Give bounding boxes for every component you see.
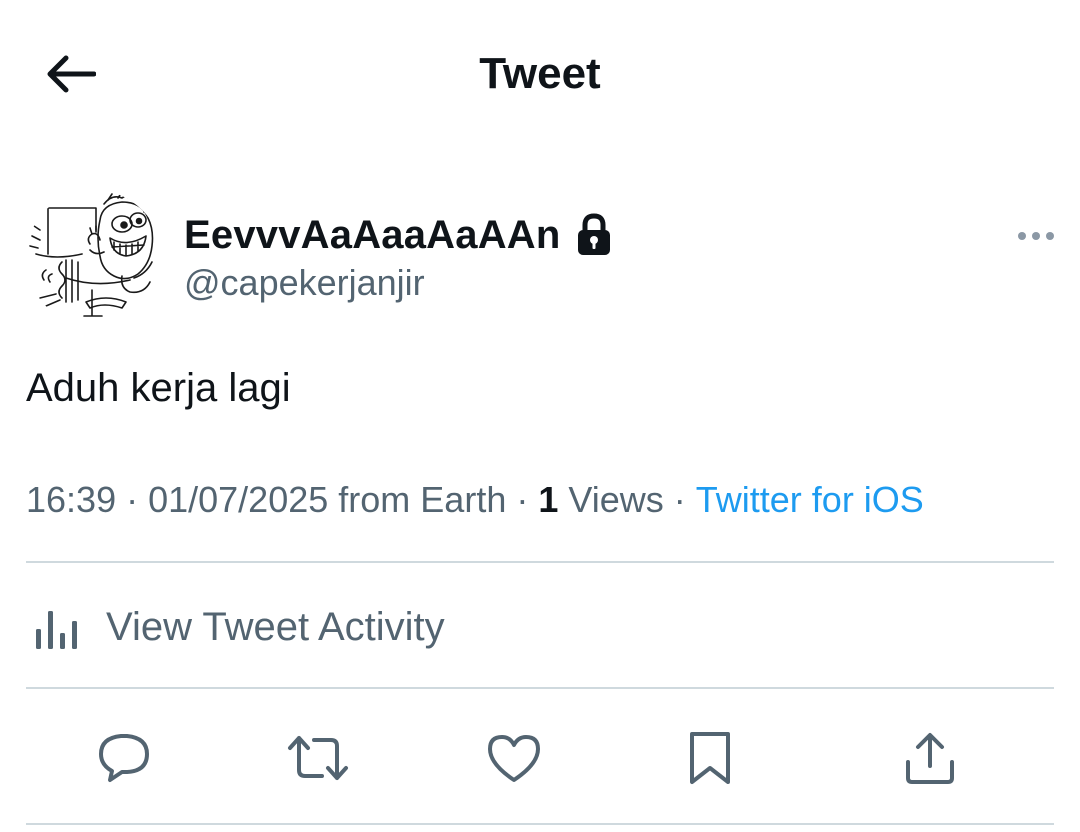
views-label: Views (568, 479, 664, 520)
retweet-button[interactable] (286, 726, 350, 790)
display-name[interactable]: EevvvAaAaaAaAAn (184, 210, 561, 260)
view-tweet-activity-button[interactable]: View Tweet Activity (26, 592, 1054, 662)
avatar[interactable] (26, 190, 162, 326)
meta-separator: · (673, 479, 686, 520)
top-bar: Tweet (0, 0, 1080, 150)
tweet-action-bar (0, 718, 1080, 798)
tweet-date: 01/07/2025 (148, 479, 329, 520)
heart-icon (488, 735, 540, 782)
meta-separator: · (126, 479, 139, 520)
like-button[interactable] (482, 726, 546, 790)
share-icon (906, 733, 954, 784)
lock-icon (575, 213, 613, 257)
display-name-row: EevvvAaAaaAaAAn (184, 210, 613, 260)
view-tweet-activity-label: View Tweet Activity (106, 605, 445, 649)
analytics-bar-chart-icon (36, 611, 77, 649)
meta-separator: · (516, 479, 529, 520)
share-button[interactable] (898, 726, 962, 790)
bookmark-button[interactable] (678, 726, 742, 790)
retweet-icon (288, 736, 348, 780)
tweet-location: from Earth (338, 479, 507, 520)
tweet-time: 16:39 (26, 479, 117, 520)
reply-button[interactable] (92, 726, 156, 790)
cartoon-sketch-avatar (26, 190, 162, 326)
tweet-text: Aduh kerja lagi (26, 366, 291, 410)
bookmark-icon (690, 732, 730, 784)
divider (26, 561, 1054, 563)
tweet-meta: 16:39 · 01/07/2025 from Earth · 1 Views · Twit… (26, 476, 924, 524)
page-title: Tweet (479, 49, 601, 98)
more-options-button[interactable] (1012, 218, 1056, 254)
divider (26, 687, 1054, 689)
views-count: 1 (538, 479, 559, 520)
tweet-author-header: EevvvAaAaaAaAAn @capekerjanjir (26, 190, 1056, 330)
user-handle[interactable]: @capekerjanjir (184, 260, 425, 306)
tweet-source-link[interactable]: Twitter for iOS (696, 479, 924, 520)
more-horizontal-icon (1018, 232, 1054, 240)
divider (26, 823, 1054, 825)
reply-bubble-icon (99, 734, 149, 782)
